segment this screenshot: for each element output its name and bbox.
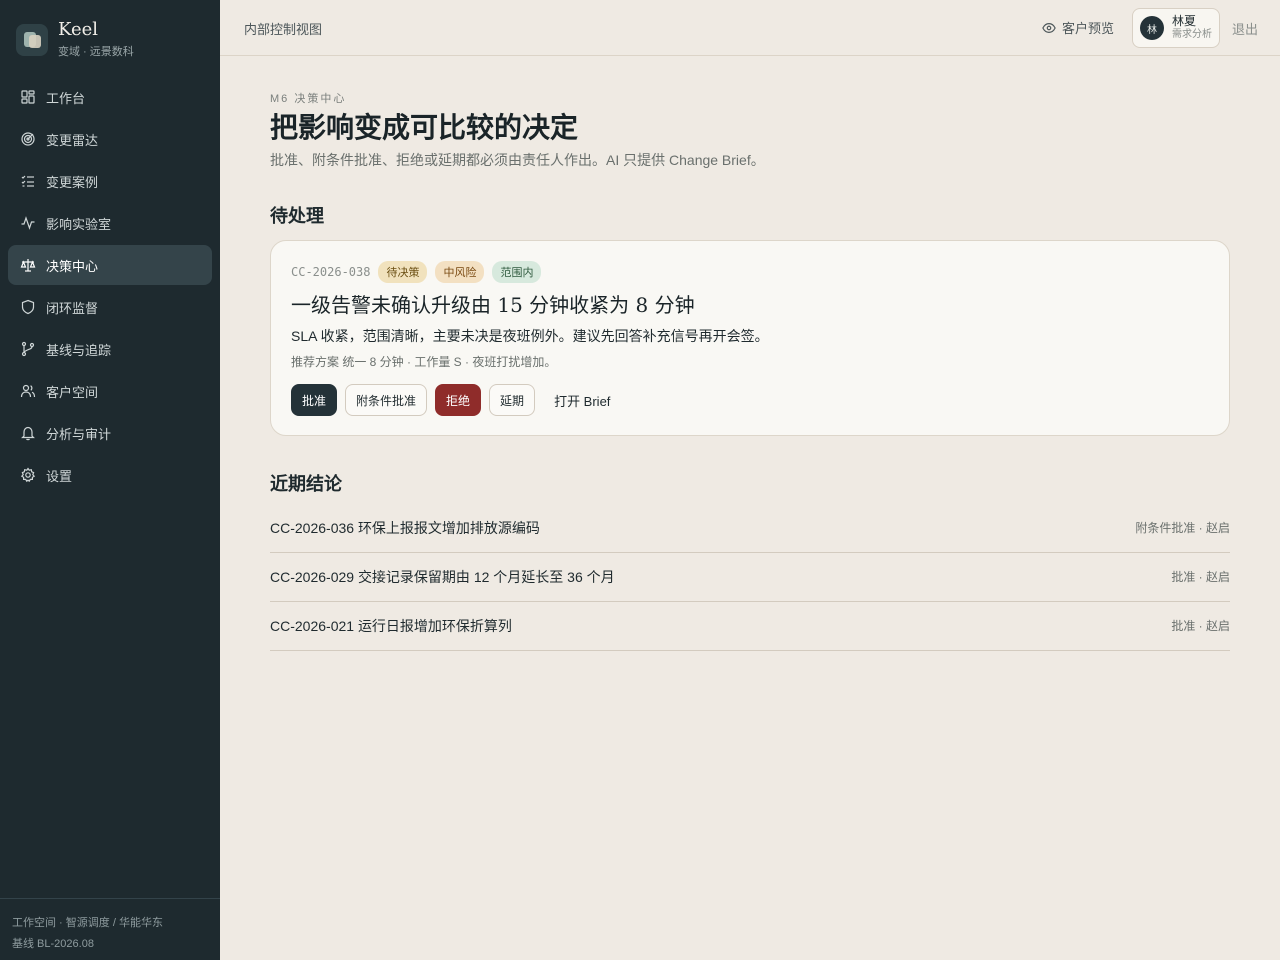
sidebar-item-impact-lab[interactable]: 影响实验室: [8, 203, 212, 243]
case-id: CC-2026-038: [291, 265, 371, 279]
card-meta: CC-2026-038 待决策 中风险 范围内: [291, 261, 549, 283]
card-summary: SLA 收紧，范围清晰，主要未决是夜班例外。建议先回答补充信号再开会签。: [291, 328, 769, 344]
conclusion-meta: 附条件批准 · 赵启: [1135, 521, 1230, 535]
sidebar-item-label: 变更案例: [46, 174, 99, 190]
activity-icon: [20, 215, 36, 231]
brand-name: Keel: [58, 19, 99, 40]
sidebar-item-baseline-trace[interactable]: 基线与追踪: [8, 329, 212, 369]
avatar: 林: [1140, 16, 1164, 40]
baseline-label: 基线 BL-2026.08: [12, 938, 94, 950]
page-eyebrow: M6 决策中心: [270, 93, 347, 105]
workspace-label: 工作空间 · 智源调度 / 华能华东: [12, 917, 163, 929]
sidebar-item-closed-loop[interactable]: 闭环监督: [8, 287, 212, 327]
sidebar-footer: 工作空间 · 智源调度 / 华能华东 基线 BL-2026.08: [0, 898, 220, 960]
customer-preview-button[interactable]: 客户预览: [1042, 18, 1114, 37]
list-item[interactable]: CC-2026-021 运行日报增加环保折算列 批准 · 赵启: [270, 602, 1230, 651]
open-brief-button[interactable]: 打开 Brief: [543, 384, 621, 416]
sidebar-item-label: 设置: [46, 468, 73, 484]
eye-icon: [1042, 22, 1056, 33]
card-title: 一级告警未确认升级由 15 分钟收紧为 8 分钟: [291, 293, 695, 317]
conclusion-meta: 批准 · 赵启: [1171, 570, 1230, 584]
conclusion-meta: 批准 · 赵启: [1171, 619, 1230, 633]
sidebar-item-change-radar[interactable]: 变更雷达: [8, 119, 212, 159]
approve-button[interactable]: 批准: [291, 384, 338, 416]
view-title: 内部控制视图: [244, 22, 323, 37]
topbar: 内部控制视图 客户预览 林 林夏 需求分析 退出: [220, 0, 1280, 56]
reject-button[interactable]: 拒绝: [435, 384, 482, 416]
sidebar-item-decision-center[interactable]: 决策中心: [8, 245, 212, 285]
sidebar-item-settings[interactable]: 设置: [8, 455, 212, 495]
status-badge: 待决策: [378, 261, 428, 283]
decision-actions: 批准 附条件批准 拒绝 延期 打开 Brief: [291, 384, 629, 416]
customer-preview-label: 客户预览: [1062, 21, 1115, 36]
users-icon: [20, 383, 36, 399]
gear-icon: [20, 467, 36, 483]
git-branch-icon: [20, 341, 36, 357]
sidebar-item-label: 工作台: [46, 90, 86, 106]
pending-decision-card: CC-2026-038 待决策 中风险 范围内 一级告警未确认升级由 15 分钟…: [270, 240, 1230, 436]
user-menu[interactable]: 林 林夏 需求分析: [1132, 8, 1220, 48]
card-detail: 推荐方案 统一 8 分钟 · 工作量 S · 夜班打扰增加。: [291, 355, 557, 369]
shield-icon: [20, 299, 36, 315]
sidebar-item-label: 影响实验室: [46, 216, 112, 232]
user-role: 需求分析: [1172, 29, 1212, 40]
page-description: 批准、附条件批准、拒绝或延期都必须由责任人作出。AI 只提供 Change Br…: [270, 152, 765, 168]
sidebar-item-analytics-audit[interactable]: 分析与审计: [8, 413, 212, 453]
sidebar-item-workbench[interactable]: 工作台: [8, 77, 212, 117]
sidebar-item-label: 基线与追踪: [46, 342, 112, 358]
keel-logo-icon: [16, 23, 48, 56]
sidebar-item-label: 决策中心: [46, 258, 99, 274]
sidebar-item-change-cases[interactable]: 变更案例: [8, 161, 212, 201]
logout-button[interactable]: 退出: [1232, 19, 1258, 38]
brand[interactable]: Keel 变域 · 远景数科: [16, 20, 134, 59]
sidebar: Keel 变域 · 远景数科 工作台 变更雷达 变更案例 影响实验室 决策中心 …: [0, 0, 220, 960]
list-check-icon: [20, 173, 36, 189]
sidebar-item-label: 客户空间: [46, 384, 99, 400]
page-title: 把影响变成可比较的决定: [270, 111, 579, 144]
scale-icon: [20, 257, 36, 273]
recent-section-title: 近期结论: [270, 474, 342, 495]
list-item[interactable]: CC-2026-036 环保上报报文增加排放源编码 附条件批准 · 赵启: [270, 504, 1230, 553]
bell-icon: [20, 425, 36, 441]
sidebar-nav: 工作台 变更雷达 变更案例 影响实验室 决策中心 闭环监督 基线与追踪 客户空间…: [8, 77, 212, 497]
sidebar-item-label: 变更雷达: [46, 132, 99, 148]
list-item[interactable]: CC-2026-029 交接记录保留期由 12 个月延长至 36 个月 批准 ·…: [270, 553, 1230, 602]
conclusion-title: CC-2026-021 运行日报增加环保折算列: [270, 618, 512, 634]
sidebar-item-label: 闭环监督: [46, 300, 99, 316]
pending-section-title: 待处理: [270, 206, 324, 227]
scope-badge: 范围内: [492, 261, 542, 283]
user-name: 林夏: [1172, 14, 1197, 28]
radar-icon: [20, 131, 36, 147]
defer-button[interactable]: 延期: [489, 384, 536, 416]
dashboard-icon: [20, 89, 36, 105]
sidebar-item-customer-space[interactable]: 客户空间: [8, 371, 212, 411]
sidebar-item-label: 分析与审计: [46, 426, 112, 442]
conclusion-title: CC-2026-029 交接记录保留期由 12 个月延长至 36 个月: [270, 569, 615, 585]
recent-conclusions-list: CC-2026-036 环保上报报文增加排放源编码 附条件批准 · 赵启 CC-…: [270, 504, 1230, 651]
risk-badge: 中风险: [435, 261, 485, 283]
conditional-approve-button[interactable]: 附条件批准: [345, 384, 428, 416]
conclusion-title: CC-2026-036 环保上报报文增加排放源编码: [270, 520, 540, 536]
brand-subtitle: 变域 · 远景数科: [58, 46, 134, 58]
